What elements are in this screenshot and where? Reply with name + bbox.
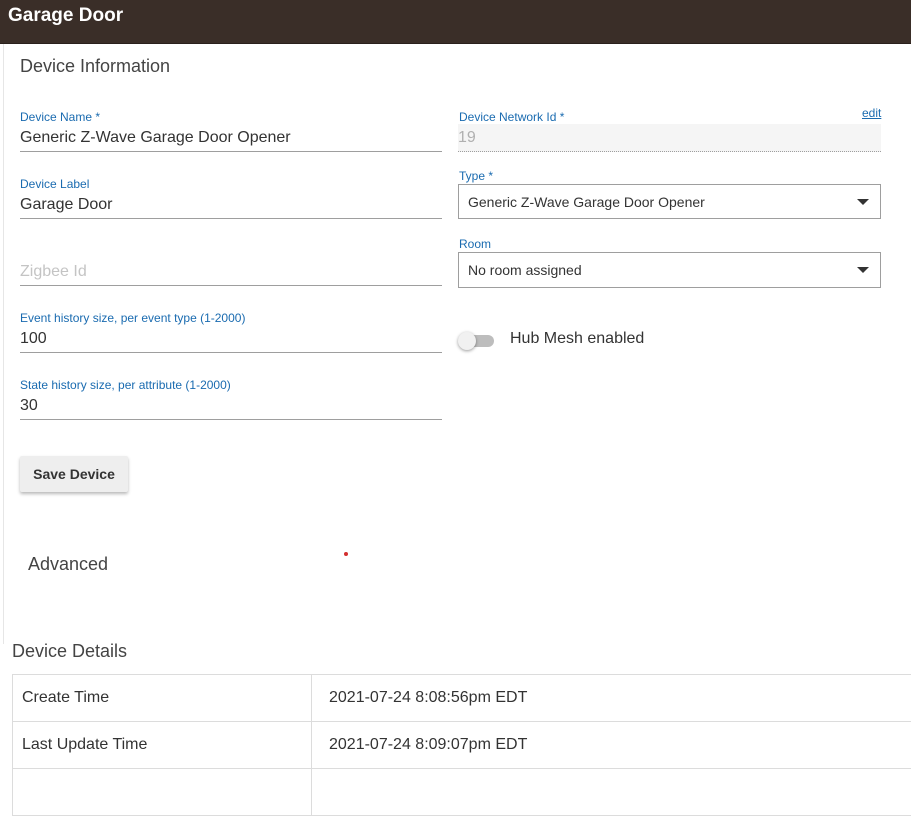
detail-key [13,769,312,816]
detail-key: Last Update Time [13,722,312,769]
advanced-section-toggle[interactable]: Advanced [28,554,108,575]
event-history-input[interactable]: 100 [20,325,442,353]
hub-mesh-label: Hub Mesh enabled [510,330,644,348]
type-label: Type * [459,169,493,183]
table-row: Create Time 2021-07-24 8:08:56pm EDT [13,675,911,722]
hub-mesh-toggle[interactable] [458,333,494,349]
detail-value: 2021-07-24 8:08:56pm EDT [312,675,911,722]
caret-down-icon [857,199,869,205]
event-history-label: Event history size, per event type (1-20… [20,311,245,325]
room-label: Room [459,237,491,251]
page-title: Garage Door [8,5,123,27]
top-bar: Garage Door [0,0,911,44]
edit-network-id-link[interactable]: edit [862,106,881,120]
room-selected-value: No room assigned [468,262,582,278]
table-row [13,769,911,816]
state-history-input[interactable]: 30 [20,392,442,420]
detail-key: Create Time [13,675,312,722]
left-divider [3,44,4,644]
table-row: Last Update Time 2021-07-24 8:09:07pm ED… [13,722,911,769]
device-name-input[interactable]: Generic Z-Wave Garage Door Opener [20,124,442,152]
device-details-heading: Device Details [12,641,127,662]
toggle-knob [458,332,476,350]
type-selected-value: Generic Z-Wave Garage Door Opener [468,194,705,210]
device-label-label: Device Label [20,177,89,191]
state-history-label: State history size, per attribute (1-200… [20,378,231,392]
detail-value: 2021-07-24 8:09:07pm EDT [312,722,911,769]
type-select[interactable]: Generic Z-Wave Garage Door Opener [458,184,881,219]
device-label-input[interactable]: Garage Door [20,191,442,219]
save-device-button[interactable]: Save Device [20,456,128,492]
caret-down-icon [857,267,869,273]
zigbee-id-input[interactable]: Zigbee Id [20,258,442,286]
detail-value [312,769,911,816]
device-name-label: Device Name * [20,110,100,124]
room-select[interactable]: No room assigned [458,252,881,288]
device-network-id-label: Device Network Id * [459,110,564,124]
device-network-id-input: 19 [458,124,881,152]
device-details-table: Create Time 2021-07-24 8:08:56pm EDT Las… [12,674,911,816]
device-information-heading: Device Information [20,56,170,77]
red-dot-indicator [344,552,348,556]
